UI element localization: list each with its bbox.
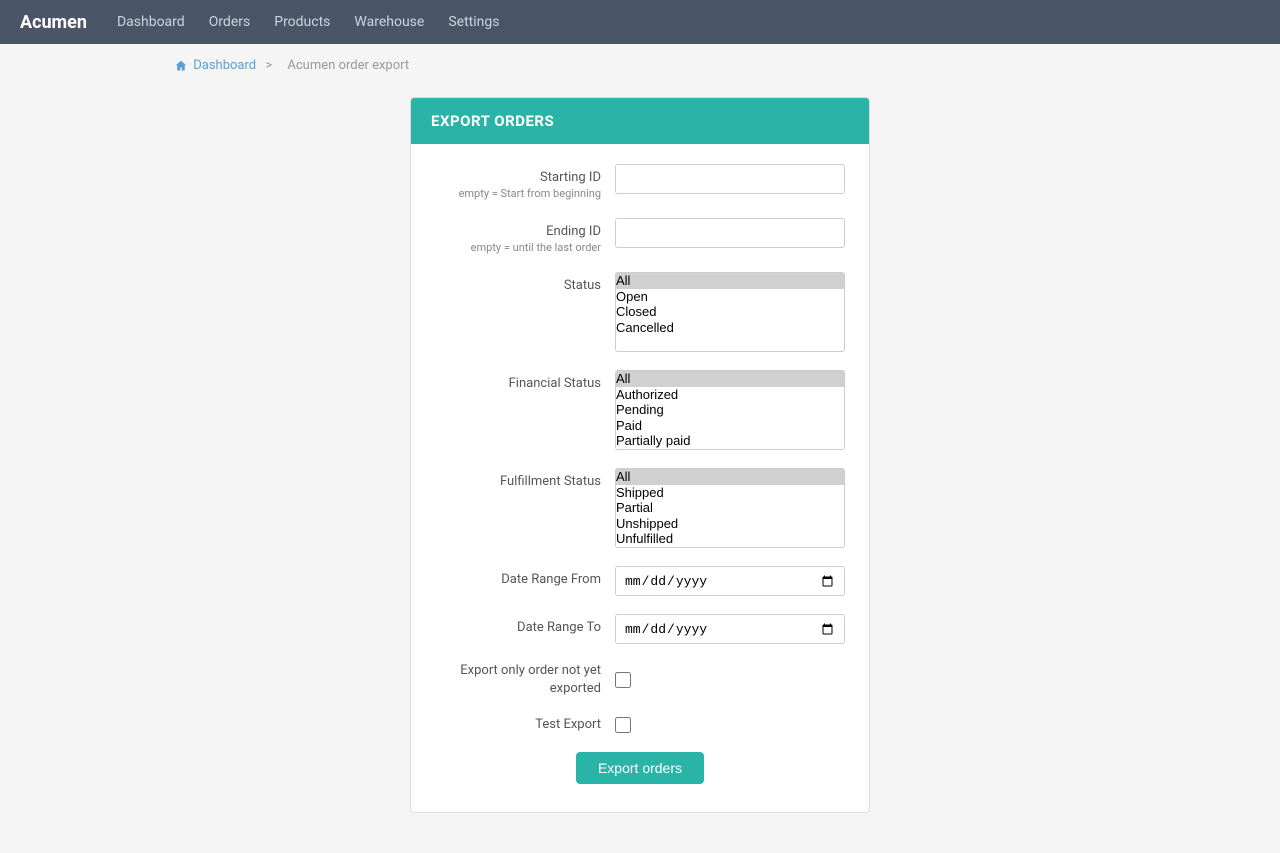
fulfillment-status-group: Fulfillment Status All Shipped Partial U… [435,468,845,548]
ful-option-shipped: Shipped [616,485,844,501]
status-option-cancelled: Cancelled [616,320,844,336]
export-only-label-group: Export only order not yet exported [435,662,615,698]
status-label: Status [435,278,601,293]
status-group: Status All Open Closed Cancelled [435,272,845,352]
export-orders-button[interactable]: Export orders [576,752,704,784]
nav-settings[interactable]: Settings [448,14,499,30]
card-title: EXPORT ORDERS [431,112,554,130]
date-to-group: Date Range To [435,614,845,644]
home-icon [175,60,187,72]
date-to-input[interactable] [615,614,845,644]
starting-id-group: Starting ID empty = Start from beginning [435,164,845,200]
status-option-all: All [616,273,844,289]
ful-option-unfulfilled: Unfulfilled [616,531,844,547]
nav-dashboard[interactable]: Dashboard [117,14,185,30]
starting-id-label: Starting ID [435,170,601,185]
date-from-group: Date Range From [435,566,845,596]
fin-option-all: All [616,371,844,387]
export-only-checkbox[interactable] [615,672,631,688]
breadcrumb: Dashboard > Acumen order export [0,44,1280,87]
date-to-label-group: Date Range To [435,614,615,635]
test-export-group: Test Export [435,716,845,734]
starting-id-input[interactable] [615,164,845,194]
nav-links: Dashboard Orders Products Warehouse Sett… [117,14,499,30]
test-export-label: Test Export [535,717,601,732]
fulfillment-status-label-group: Fulfillment Status [435,468,615,489]
financial-status-select[interactable]: All Authorized Pending Paid Partially pa… [615,370,845,450]
status-option-open: Open [616,289,844,305]
nav-warehouse[interactable]: Warehouse [354,14,424,30]
export-only-label: Export only order not yet exported [460,663,601,696]
fin-option-paid: Paid [616,418,844,434]
test-export-label-group: Test Export [435,716,615,734]
nav-orders[interactable]: Orders [209,14,251,30]
breadcrumb-home[interactable]: Dashboard [193,58,256,73]
starting-id-label-group: Starting ID empty = Start from beginning [435,164,615,200]
ending-id-label: Ending ID [435,224,601,239]
fulfillment-status-select[interactable]: All Shipped Partial Unshipped Unfulfille… [615,468,845,548]
fin-option-partially-paid: Partially paid [616,433,844,449]
export-card: EXPORT ORDERS Starting ID empty = Start … [410,97,870,813]
financial-status-label-group: Financial Status [435,370,615,391]
breadcrumb-separator: > [265,58,272,73]
fin-option-authorized: Authorized [616,387,844,403]
ful-option-unshipped: Unshipped [616,516,844,532]
starting-id-hint: empty = Start from beginning [435,187,601,200]
navbar: Acumen Dashboard Orders Products Warehou… [0,0,1280,44]
nav-products[interactable]: Products [274,14,330,30]
ending-id-label-group: Ending ID empty = until the last order [435,218,615,254]
card-body: Starting ID empty = Start from beginning… [411,144,869,812]
main-content: EXPORT ORDERS Starting ID empty = Start … [0,87,1280,853]
fulfillment-status-label: Fulfillment Status [435,474,601,489]
ending-id-group: Ending ID empty = until the last order [435,218,845,254]
financial-status-label: Financial Status [435,376,601,391]
date-from-label-group: Date Range From [435,566,615,587]
date-to-label: Date Range To [435,620,601,635]
ending-id-input[interactable] [615,218,845,248]
ful-option-partial: Partial [616,500,844,516]
status-label-group: Status [435,272,615,293]
date-from-label: Date Range From [435,572,601,587]
date-from-input[interactable] [615,566,845,596]
test-export-checkbox[interactable] [615,717,631,733]
status-option-closed: Closed [616,304,844,320]
ending-id-hint: empty = until the last order [435,241,601,254]
export-only-group: Export only order not yet exported [435,662,845,698]
ful-option-all: All [616,469,844,485]
status-select[interactable]: All Open Closed Cancelled [615,272,845,352]
brand: Acumen [20,12,87,33]
financial-status-group: Financial Status All Authorized Pending … [435,370,845,450]
card-header: EXPORT ORDERS [411,98,869,144]
breadcrumb-current: Acumen order export [287,58,409,73]
fin-option-pending: Pending [616,402,844,418]
